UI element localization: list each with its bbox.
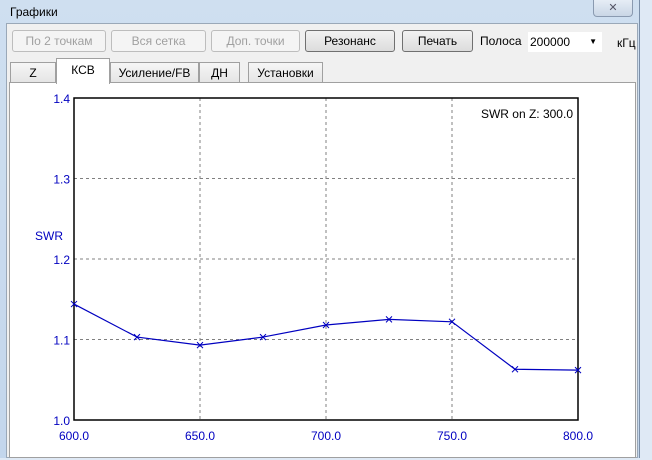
tab-swr[interactable]: КСВ (56, 58, 110, 84)
y-tick-label: 1.3 (53, 173, 70, 187)
y-tick-label: 1.0 (53, 414, 70, 428)
y-tick-label: 1.2 (53, 253, 70, 267)
x-tick-label: 750.0 (437, 429, 467, 443)
graphs-window: Графики ✕ По 2 точкам Вся сетка Доп. точ… (0, 0, 640, 458)
y-tick-label: 1.4 (53, 92, 70, 106)
y-tick-label: 1.1 (53, 334, 70, 348)
x-tick-label: 600.0 (59, 429, 89, 443)
swr-line (73, 303, 579, 371)
chart-title: SWR on Z: 300.0 (481, 107, 573, 121)
swr-chart-panel: 600.0 650.0 700.0 750.0 800.0 1.0 1.1 1.2 1.3 1.4… (9, 82, 636, 458)
x-tick-label: 700.0 (311, 429, 341, 443)
x-tick-label: 800.0 (563, 429, 593, 443)
window-client: По 2 точкам Вся сетка Доп. точки Резонан… (6, 23, 638, 458)
x-tick-label: 650.0 (185, 429, 215, 443)
y-axis-label: SWR (35, 229, 63, 243)
